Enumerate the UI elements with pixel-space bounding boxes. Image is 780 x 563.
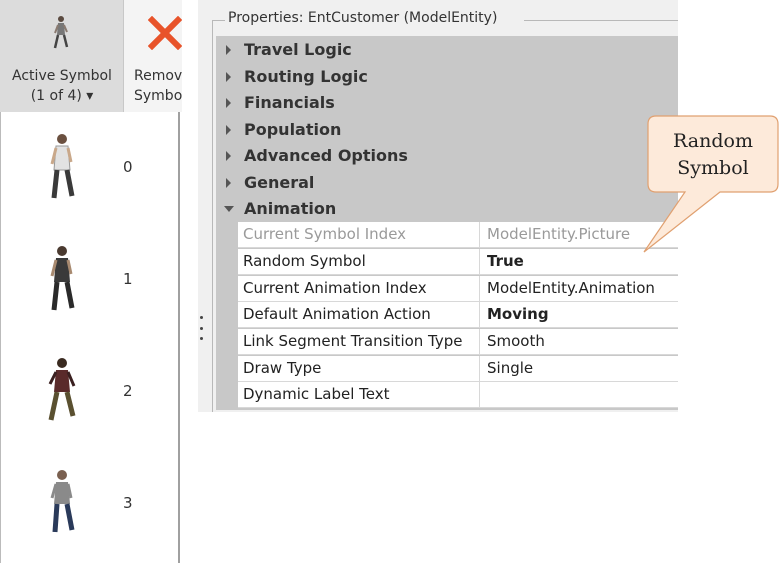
property-name: Current Symbol Index: [238, 222, 480, 247]
category-label: General: [244, 173, 315, 192]
callout-line-1: Random: [673, 130, 753, 152]
category-routing-logic[interactable]: Routing Logic: [216, 64, 678, 90]
property-value[interactable]: True: [487, 249, 677, 274]
collapse-arrow-icon[interactable]: [224, 206, 234, 212]
property-name: Draw Type: [238, 356, 480, 381]
property-value[interactable]: Single: [487, 356, 677, 381]
property-current-animation-index[interactable]: Current Animation Index ModelEntity.Anim…: [238, 276, 678, 302]
groupbox-border: [212, 20, 213, 412]
symbol-index-label: 3: [123, 494, 133, 512]
expand-arrow-icon[interactable]: [226, 151, 231, 161]
groupbox-border: [212, 20, 225, 21]
callout-text: Random Symbol: [650, 128, 776, 182]
property-value[interactable]: [487, 382, 677, 407]
category-label: Financials: [244, 93, 335, 112]
person-thumbnail-icon: [53, 16, 69, 49]
category-label: Animation: [244, 199, 337, 218]
category-financials[interactable]: Financials: [216, 90, 678, 116]
property-link-segment-transition-type[interactable]: Link Segment Transition Type Smooth: [238, 329, 678, 355]
property-value[interactable]: Moving: [487, 302, 677, 327]
property-dynamic-label-text[interactable]: Dynamic Label Text: [238, 382, 678, 408]
property-current-symbol-index[interactable]: Current Symbol Index ModelEntity.Picture: [238, 222, 678, 248]
symbol-option-0[interactable]: 0: [1, 112, 179, 224]
symbol-dropdown-list: 0 1 2 3: [0, 112, 180, 563]
remove-symbol-button[interactable]: Remov Symbo: [124, 0, 182, 112]
symbol-index-label: 2: [123, 382, 133, 400]
property-name: Random Symbol: [238, 249, 480, 274]
property-name: Default Animation Action: [238, 302, 480, 327]
category-advanced-options[interactable]: Advanced Options: [216, 143, 678, 169]
property-value[interactable]: Smooth: [487, 329, 677, 354]
expand-arrow-icon[interactable]: [226, 45, 231, 55]
expand-arrow-icon[interactable]: [226, 72, 231, 82]
property-name: Current Animation Index: [238, 276, 480, 301]
category-label: Advanced Options: [244, 146, 408, 165]
callout-line-2: Symbol: [677, 157, 749, 179]
category-travel-logic[interactable]: Travel Logic: [216, 37, 678, 63]
symbol-index-label: 0: [123, 158, 133, 176]
property-name: Dynamic Label Text: [238, 382, 480, 407]
grid-margin: [216, 222, 238, 410]
symbol-option-3[interactable]: 3: [1, 448, 179, 560]
property-value[interactable]: ModelEntity.Animation: [487, 276, 677, 301]
walking-person-icon: [48, 358, 76, 421]
active-symbol-count: (1 of 4) ▾: [30, 88, 94, 104]
property-draw-type[interactable]: Draw Type Single: [238, 356, 678, 382]
walking-person-icon: [50, 470, 75, 533]
expand-arrow-icon[interactable]: [226, 125, 231, 135]
close-icon: [148, 16, 182, 50]
symbol-index-label: 1: [123, 270, 133, 288]
properties-title: Properties: EntCustomer (ModelEntity): [226, 10, 500, 26]
category-label: Routing Logic: [244, 67, 368, 86]
category-population[interactable]: Population: [216, 117, 678, 143]
splitter-grip-icon[interactable]: [198, 316, 204, 340]
category-label: Travel Logic: [244, 40, 352, 59]
groupbox-border: [524, 20, 678, 21]
expand-arrow-icon[interactable]: [226, 98, 231, 108]
property-random-symbol[interactable]: Random Symbol True: [238, 249, 678, 275]
property-name: Link Segment Transition Type: [238, 329, 480, 354]
property-default-animation-action[interactable]: Default Animation Action Moving: [238, 302, 678, 328]
active-symbol-button[interactable]: Active Symbol (1 of 4) ▾: [0, 0, 124, 112]
symbol-option-1[interactable]: 1: [1, 224, 179, 336]
category-animation[interactable]: Animation: [216, 196, 678, 222]
walking-person-icon: [50, 134, 75, 199]
active-symbol-label: Active Symbol: [12, 68, 112, 84]
category-label: Population: [244, 120, 342, 139]
walking-person-icon: [50, 246, 75, 311]
remove-symbol-label-2: Symbo: [134, 88, 182, 104]
symbol-option-2[interactable]: 2: [1, 336, 179, 448]
expand-arrow-icon[interactable]: [226, 178, 231, 188]
property-value: ModelEntity.Picture: [487, 225, 631, 243]
category-general[interactable]: General: [216, 170, 678, 196]
remove-symbol-label: Remov: [134, 68, 182, 84]
